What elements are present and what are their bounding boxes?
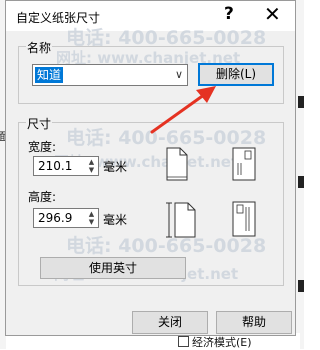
annotation-arrow [150,86,216,134]
